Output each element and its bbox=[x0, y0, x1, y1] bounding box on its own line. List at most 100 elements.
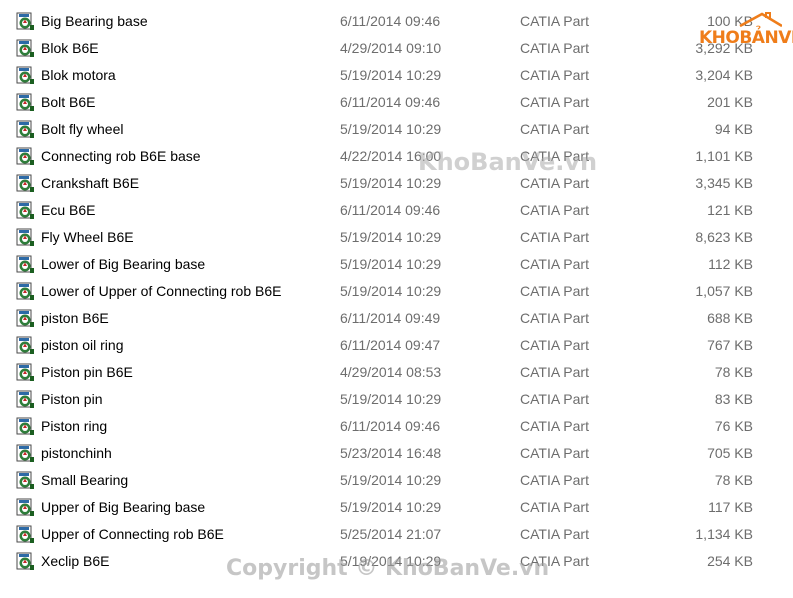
file-date-modified: 5/19/2014 10:29 bbox=[340, 121, 442, 137]
catia-part-icon bbox=[16, 552, 34, 570]
file-size: 1,057 KB bbox=[695, 283, 753, 299]
file-row[interactable]: Blok B6E 4/29/2014 09:10 CATIA Part 3,29… bbox=[0, 35, 793, 62]
file-name: Crankshaft B6E bbox=[41, 175, 140, 191]
file-name: Ecu B6E bbox=[41, 202, 96, 218]
file-type: CATIA Part bbox=[520, 175, 589, 191]
file-type: CATIA Part bbox=[520, 202, 589, 218]
file-row[interactable]: piston oil ring 6/11/2014 09:47 CATIA Pa… bbox=[0, 332, 793, 359]
file-size: 78 KB bbox=[714, 472, 753, 488]
file-date-modified: 5/19/2014 10:29 bbox=[340, 67, 442, 83]
file-size: 117 KB bbox=[708, 499, 753, 515]
file-name: piston oil ring bbox=[41, 337, 124, 353]
file-date-modified: 5/19/2014 10:29 bbox=[340, 391, 442, 407]
file-size: 1,134 KB bbox=[695, 526, 753, 542]
file-type: CATIA Part bbox=[520, 337, 589, 353]
file-date-modified: 5/19/2014 10:29 bbox=[340, 499, 442, 515]
file-size: 83 KB bbox=[714, 391, 753, 407]
file-size: 3,345 KB bbox=[695, 175, 753, 191]
file-row[interactable]: piston B6E 6/11/2014 09:49 CATIA Part 68… bbox=[0, 305, 793, 332]
file-date-modified: 5/19/2014 10:29 bbox=[340, 283, 442, 299]
file-type: CATIA Part bbox=[520, 445, 589, 461]
catia-part-icon bbox=[16, 417, 34, 435]
file-date-modified: 5/19/2014 10:29 bbox=[340, 256, 442, 272]
file-type: CATIA Part bbox=[520, 472, 589, 488]
catia-part-icon bbox=[16, 174, 34, 192]
file-row[interactable]: Bolt fly wheel 5/19/2014 10:29 CATIA Par… bbox=[0, 116, 793, 143]
file-row[interactable]: Fly Wheel B6E 5/19/2014 10:29 CATIA Part… bbox=[0, 224, 793, 251]
file-date-modified: 4/29/2014 09:10 bbox=[340, 40, 442, 56]
file-row[interactable]: Piston pin 5/19/2014 10:29 CATIA Part 83… bbox=[0, 386, 793, 413]
file-size: 254 KB bbox=[707, 553, 753, 569]
catia-part-icon bbox=[16, 471, 34, 489]
file-size: 201 KB bbox=[707, 94, 753, 110]
file-name: Blok motora bbox=[41, 67, 116, 83]
file-row[interactable]: Piston ring 6/11/2014 09:46 CATIA Part 7… bbox=[0, 413, 793, 440]
catia-part-icon bbox=[16, 444, 34, 462]
catia-part-icon bbox=[16, 228, 34, 246]
file-row[interactable]: Bolt B6E 6/11/2014 09:46 CATIA Part 201 … bbox=[0, 89, 793, 116]
file-row[interactable]: Lower of Upper of Connecting rob B6E 5/1… bbox=[0, 278, 793, 305]
file-type: CATIA Part bbox=[520, 283, 589, 299]
catia-part-icon bbox=[16, 255, 34, 273]
file-type: CATIA Part bbox=[520, 526, 589, 542]
file-row[interactable]: Big Bearing base 6/11/2014 09:46 CATIA P… bbox=[0, 8, 793, 35]
catia-part-icon bbox=[16, 39, 34, 57]
file-row[interactable]: Lower of Big Bearing base 5/19/2014 10:2… bbox=[0, 251, 793, 278]
file-row[interactable]: Connecting rob B6E base 4/22/2014 16:00 … bbox=[0, 143, 793, 170]
file-date-modified: 4/29/2014 08:53 bbox=[340, 364, 442, 380]
file-date-modified: 6/11/2014 09:49 bbox=[340, 310, 441, 326]
catia-part-icon bbox=[16, 147, 34, 165]
file-name: Bolt B6E bbox=[41, 94, 96, 110]
file-name: Upper of Connecting rob B6E bbox=[41, 526, 224, 542]
file-type: CATIA Part bbox=[520, 418, 589, 434]
file-date-modified: 6/11/2014 09:46 bbox=[340, 202, 441, 218]
file-name: Piston ring bbox=[41, 418, 108, 434]
catia-part-icon bbox=[16, 390, 34, 408]
file-date-modified: 6/11/2014 09:46 bbox=[340, 418, 441, 434]
file-list: Big Bearing base 6/11/2014 09:46 CATIA P… bbox=[0, 8, 793, 575]
file-type: CATIA Part bbox=[520, 256, 589, 272]
catia-part-icon bbox=[16, 93, 34, 111]
logo-text: KHOBẢNVẼ bbox=[699, 28, 793, 48]
file-type: CATIA Part bbox=[520, 364, 589, 380]
catia-part-icon bbox=[16, 525, 34, 543]
file-size: 121 KB bbox=[707, 202, 753, 218]
file-name: Xeclip B6E bbox=[41, 553, 110, 569]
file-name: Small Bearing bbox=[41, 472, 129, 488]
file-size: 112 KB bbox=[708, 256, 753, 272]
file-type: CATIA Part bbox=[520, 229, 589, 245]
file-row[interactable]: Small Bearing 5/19/2014 10:29 CATIA Part… bbox=[0, 467, 793, 494]
catia-part-icon bbox=[16, 309, 34, 327]
catia-part-icon bbox=[16, 66, 34, 84]
file-size: 94 KB bbox=[714, 121, 753, 137]
file-row[interactable]: Ecu B6E 6/11/2014 09:46 CATIA Part 121 K… bbox=[0, 197, 793, 224]
file-type: CATIA Part bbox=[520, 13, 589, 29]
file-name: Bolt fly wheel bbox=[41, 121, 124, 137]
file-name: Blok B6E bbox=[41, 40, 99, 56]
file-name: Lower of Big Bearing base bbox=[41, 256, 206, 272]
file-row[interactable]: pistonchinh 5/23/2014 16:48 CATIA Part 7… bbox=[0, 440, 793, 467]
file-type: CATIA Part bbox=[520, 310, 589, 326]
catia-part-icon bbox=[16, 498, 34, 516]
file-type: CATIA Part bbox=[520, 40, 589, 56]
watermark-center: KhoBanVe.vn bbox=[418, 148, 598, 176]
file-type: CATIA Part bbox=[520, 67, 589, 83]
file-date-modified: 5/23/2014 16:48 bbox=[340, 445, 442, 461]
file-type: CATIA Part bbox=[520, 391, 589, 407]
file-row[interactable]: Upper of Connecting rob B6E 5/25/2014 21… bbox=[0, 521, 793, 548]
file-date-modified: 5/19/2014 10:29 bbox=[340, 472, 442, 488]
file-row[interactable]: Piston pin B6E 4/29/2014 08:53 CATIA Par… bbox=[0, 359, 793, 386]
file-size: 688 KB bbox=[707, 310, 753, 326]
file-size: 3,204 KB bbox=[695, 67, 753, 83]
file-name: Big Bearing base bbox=[41, 13, 148, 29]
file-row[interactable]: Blok motora 5/19/2014 10:29 CATIA Part 3… bbox=[0, 62, 793, 89]
file-name: pistonchinh bbox=[41, 445, 112, 461]
file-row[interactable]: Upper of Big Bearing base 5/19/2014 10:2… bbox=[0, 494, 793, 521]
file-name: Piston pin B6E bbox=[41, 364, 133, 380]
file-name: Fly Wheel B6E bbox=[41, 229, 134, 245]
file-name: Piston pin bbox=[41, 391, 103, 407]
catia-part-icon bbox=[16, 120, 34, 138]
file-date-modified: 6/11/2014 09:46 bbox=[340, 13, 441, 29]
file-size: 1,101 KB bbox=[695, 148, 753, 164]
file-row[interactable]: Crankshaft B6E 5/19/2014 10:29 CATIA Par… bbox=[0, 170, 793, 197]
